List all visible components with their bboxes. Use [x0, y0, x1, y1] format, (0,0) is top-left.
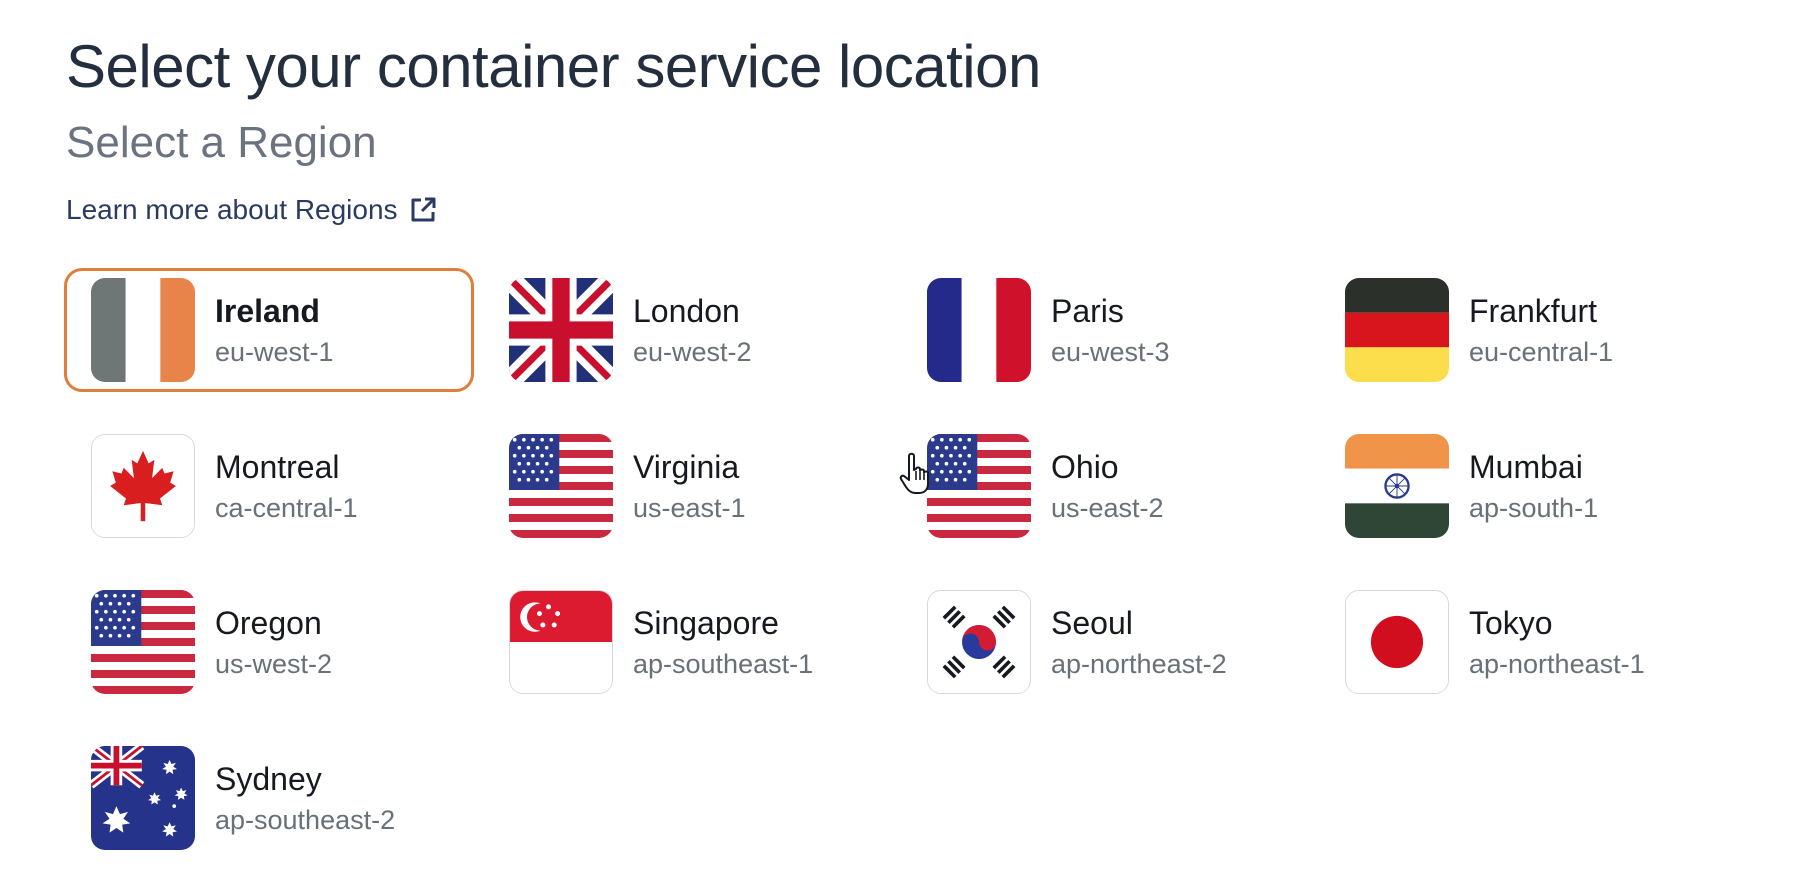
region-code: eu-west-1	[215, 337, 334, 367]
australia-flag-icon	[91, 746, 195, 850]
region-card-ohio[interactable]: Ohio us-east-2	[900, 424, 1310, 548]
region-name: Frankfurt	[1469, 293, 1598, 329]
region-code: eu-west-3	[1051, 337, 1170, 367]
region-code: eu-central-1	[1469, 337, 1614, 367]
region-name: Paris	[1051, 293, 1124, 329]
region-code: eu-west-2	[633, 337, 752, 367]
usa-flag-icon	[509, 434, 613, 538]
region-card-paris[interactable]: Paris eu-west-3	[900, 268, 1310, 392]
region-card-mumbai[interactable]: Mumbai ap-south-1	[1318, 424, 1728, 548]
region-name: Montreal	[215, 449, 340, 485]
region-name: Singapore	[633, 605, 779, 641]
region-name: Seoul	[1051, 605, 1133, 641]
region-card-frankfurt[interactable]: Frankfurt eu-central-1	[1318, 268, 1728, 392]
france-flag-icon	[927, 278, 1031, 382]
external-link-icon	[408, 195, 438, 225]
ireland-flag-icon	[91, 278, 195, 382]
canada-flag-icon	[91, 434, 195, 538]
india-flag-icon	[1345, 434, 1449, 538]
section-subtitle: Select a Region	[66, 118, 377, 167]
learn-more-label: Learn more about Regions	[66, 194, 398, 225]
region-name: Ohio	[1051, 449, 1119, 485]
region-card-oregon[interactable]: Oregon us-west-2	[64, 580, 474, 704]
singapore-flag-icon	[509, 590, 613, 694]
region-code: ap-northeast-1	[1469, 649, 1645, 679]
region-name: Sydney	[215, 761, 322, 797]
region-name: Virginia	[633, 449, 740, 485]
region-name: Tokyo	[1469, 605, 1553, 641]
germany-flag-icon	[1345, 278, 1449, 382]
region-code: ap-south-1	[1469, 493, 1599, 523]
region-card-virginia[interactable]: Virginia us-east-1	[482, 424, 892, 548]
region-card-ireland[interactable]: Ireland eu-west-1	[64, 268, 474, 392]
region-card-montreal[interactable]: Montreal ca-central-1	[64, 424, 474, 548]
region-card-tokyo[interactable]: Tokyo ap-northeast-1	[1318, 580, 1728, 704]
region-code: us-west-2	[215, 649, 333, 679]
region-name: Oregon	[215, 605, 322, 641]
region-name: Mumbai	[1469, 449, 1583, 485]
region-code: ap-northeast-2	[1051, 649, 1227, 679]
uk-flag-icon	[509, 278, 613, 382]
region-code: ap-southeast-1	[633, 649, 814, 679]
japan-flag-icon	[1345, 590, 1449, 694]
region-name: London	[633, 293, 740, 329]
region-card-singapore[interactable]: Singapore ap-southeast-1	[482, 580, 892, 704]
region-code: us-east-2	[1051, 493, 1164, 523]
usa-flag-icon	[927, 434, 1031, 538]
region-code: us-east-1	[633, 493, 746, 523]
usa-flag-icon	[91, 590, 195, 694]
region-code: ca-central-1	[215, 493, 358, 523]
region-card-sydney[interactable]: Sydney ap-southeast-2	[64, 736, 474, 860]
region-selection-page: Select your container service location S…	[0, 0, 1808, 888]
region-card-london[interactable]: London eu-west-2	[482, 268, 892, 392]
south-korea-flag-icon	[927, 590, 1031, 694]
learn-more-link[interactable]: Learn more about Regions	[66, 194, 438, 226]
region-name: Ireland	[215, 293, 320, 329]
region-grid: Ireland eu-west-1 London eu-west-2 Paris…	[64, 268, 1736, 888]
page-title: Select your container service location	[66, 33, 1041, 100]
region-card-seoul[interactable]: Seoul ap-northeast-2	[900, 580, 1310, 704]
region-code: ap-southeast-2	[215, 805, 396, 835]
